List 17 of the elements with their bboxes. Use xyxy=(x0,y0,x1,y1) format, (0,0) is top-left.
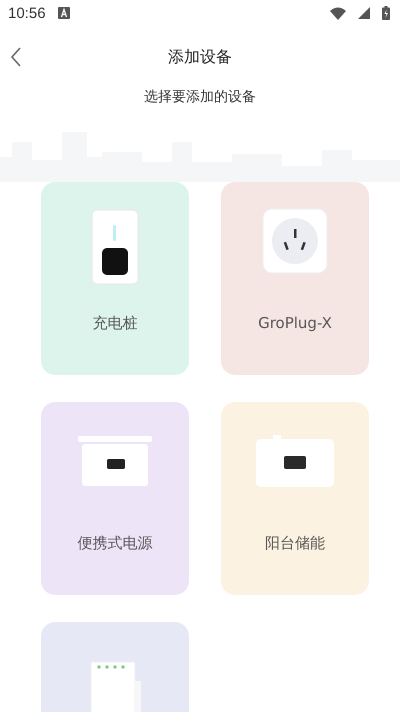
back-icon xyxy=(10,47,22,67)
signal-icon xyxy=(358,7,370,19)
battery-icon xyxy=(382,6,390,20)
status-time: 10:56 xyxy=(8,4,46,22)
device-name: 便携式电源 xyxy=(78,534,152,553)
device-card[interactable]: 阳台储能 xyxy=(221,402,369,595)
page-title: 添加设备 xyxy=(167,46,233,68)
socket-drawing xyxy=(262,208,328,274)
device-name: 充电桩 xyxy=(92,314,138,333)
device-card[interactable]: 便携式电源 xyxy=(41,402,189,595)
instruction-text: 选择要添加的设备 xyxy=(144,88,256,106)
device-card[interactable]: 充电桩 xyxy=(41,182,189,375)
wifi-icon xyxy=(330,6,346,20)
notification-icon xyxy=(58,7,70,19)
device-card[interactable]: GroPlug-X xyxy=(221,182,369,375)
device-name: GroPlug-X xyxy=(258,314,332,332)
device-name: 阳台储能 xyxy=(265,534,325,553)
